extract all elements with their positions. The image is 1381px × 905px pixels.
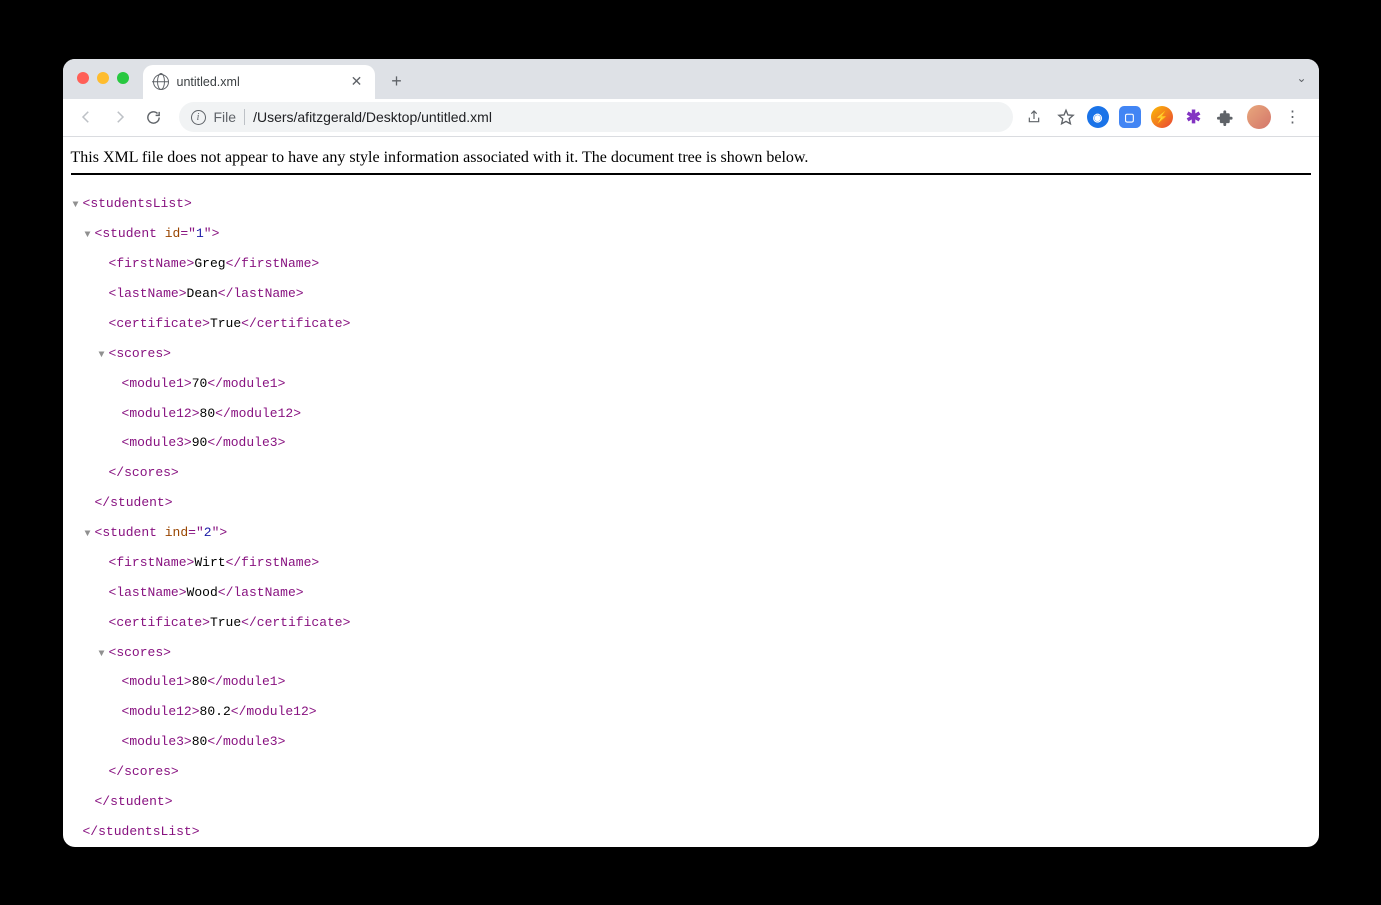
maximize-window-button[interactable]: [117, 72, 129, 84]
close-tab-button[interactable]: ✕: [349, 74, 365, 90]
bookmark-button[interactable]: [1055, 106, 1077, 128]
site-info-icon[interactable]: i: [191, 110, 206, 125]
forward-button[interactable]: [105, 102, 135, 132]
tabs-dropdown-button[interactable]: ⌄: [1296, 71, 1306, 85]
close-window-button[interactable]: [77, 72, 89, 84]
url-scheme: File: [214, 109, 237, 125]
share-icon: [1026, 109, 1042, 125]
xml-notice: This XML file does not appear to have an…: [71, 147, 1311, 175]
toolbar: i File /Users/afitzgerald/Desktop/untitl…: [63, 99, 1319, 137]
browser-window: untitled.xml ✕ + ⌄ i File /Users/afitzge…: [63, 59, 1319, 847]
arrow-left-icon: [77, 108, 95, 126]
reload-button[interactable]: [139, 102, 169, 132]
extensions-button[interactable]: [1215, 106, 1237, 128]
browser-tab[interactable]: untitled.xml ✕: [143, 65, 375, 99]
star-icon: [1057, 108, 1075, 126]
xml-tree: ▼<studentsList> ▼<student id="1"> <first…: [71, 183, 1311, 847]
extension-1-icon[interactable]: ◉: [1087, 106, 1109, 128]
minimize-window-button[interactable]: [97, 72, 109, 84]
tab-title: untitled.xml: [177, 75, 240, 89]
reload-icon: [145, 109, 162, 126]
extension-4-icon[interactable]: ✱: [1183, 106, 1205, 128]
extension-3-icon[interactable]: ⚡: [1151, 106, 1173, 128]
back-button[interactable]: [71, 102, 101, 132]
window-controls: [77, 72, 129, 84]
arrow-right-icon: [111, 108, 129, 126]
share-button[interactable]: [1023, 106, 1045, 128]
url-path: /Users/afitzgerald/Desktop/untitled.xml: [253, 109, 1000, 125]
extension-2-icon[interactable]: ▢: [1119, 106, 1141, 128]
tab-strip: untitled.xml ✕ + ⌄: [63, 59, 1319, 99]
profile-avatar[interactable]: [1247, 105, 1271, 129]
toolbar-actions: ◉ ▢ ⚡ ✱ ⋮: [1023, 105, 1311, 129]
puzzle-icon: [1217, 109, 1234, 126]
divider: [244, 109, 245, 125]
page-content: This XML file does not appear to have an…: [63, 137, 1319, 847]
globe-icon: [153, 74, 169, 90]
new-tab-button[interactable]: +: [383, 68, 411, 96]
address-bar[interactable]: i File /Users/afitzgerald/Desktop/untitl…: [179, 102, 1013, 132]
menu-button[interactable]: ⋮: [1281, 107, 1305, 127]
